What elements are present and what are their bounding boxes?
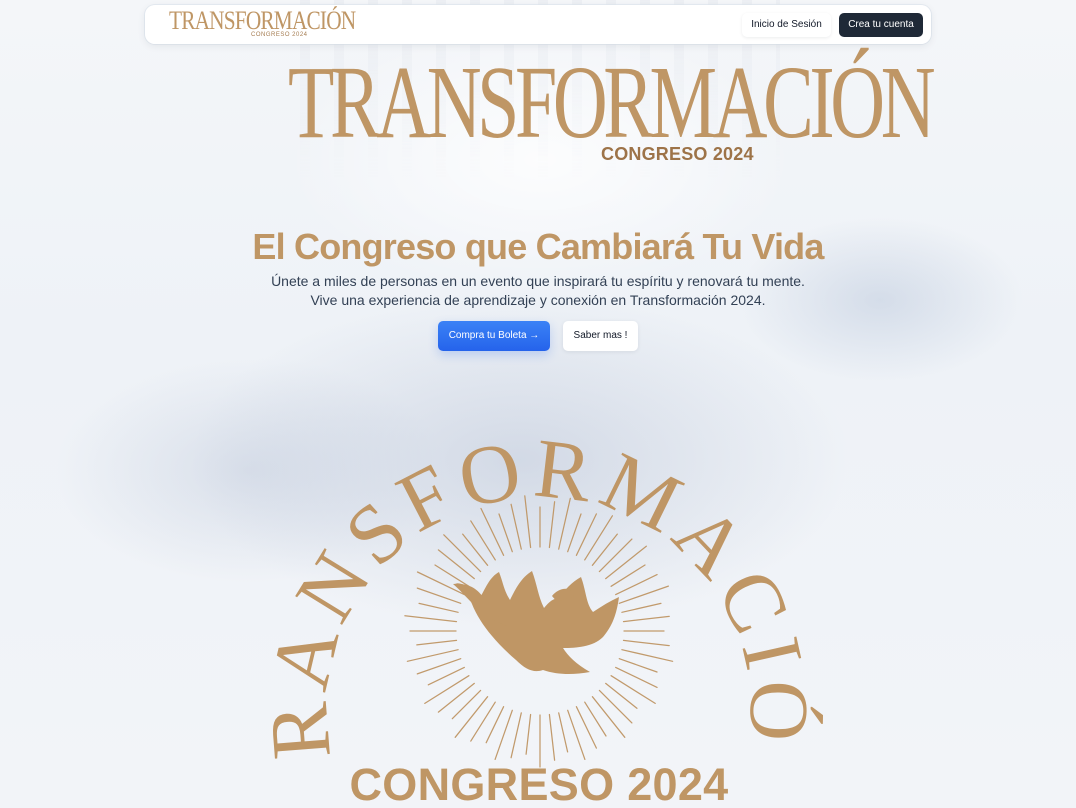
learn-more-button[interactable]: Saber mas ! bbox=[563, 321, 638, 351]
register-button[interactable]: Crea tu cuenta bbox=[839, 13, 923, 37]
hero-headline: El Congreso que Cambiará Tu Vida bbox=[252, 226, 824, 268]
hero-description: Únete a miles de personas en un evento q… bbox=[271, 273, 805, 308]
top-navbar: TRANSFORMACIÓN CONGRESO 2024 Inicio de S… bbox=[145, 5, 931, 44]
hero-logo: TRANSFORMACIÓN CONGRESO 2024 bbox=[288, 45, 936, 168]
brand-wordmark: TRANSFORMACIÓN bbox=[169, 6, 356, 35]
brand-logo-link[interactable]: TRANSFORMACIÓN CONGRESO 2024 bbox=[169, 6, 356, 41]
hero-logo-title: TRANSFORMACIÓN bbox=[288, 45, 936, 160]
hero-logo-subtitle: CONGRESO 2024 bbox=[601, 144, 754, 164]
brand-subtitle: CONGRESO 2024 bbox=[251, 32, 308, 38]
buy-ticket-button[interactable]: Compra tu Boleta → bbox=[438, 321, 550, 351]
emblem-bottom-title: CONGRESO 2024 bbox=[349, 759, 729, 808]
login-button[interactable]: Inicio de Sesión bbox=[742, 13, 831, 37]
